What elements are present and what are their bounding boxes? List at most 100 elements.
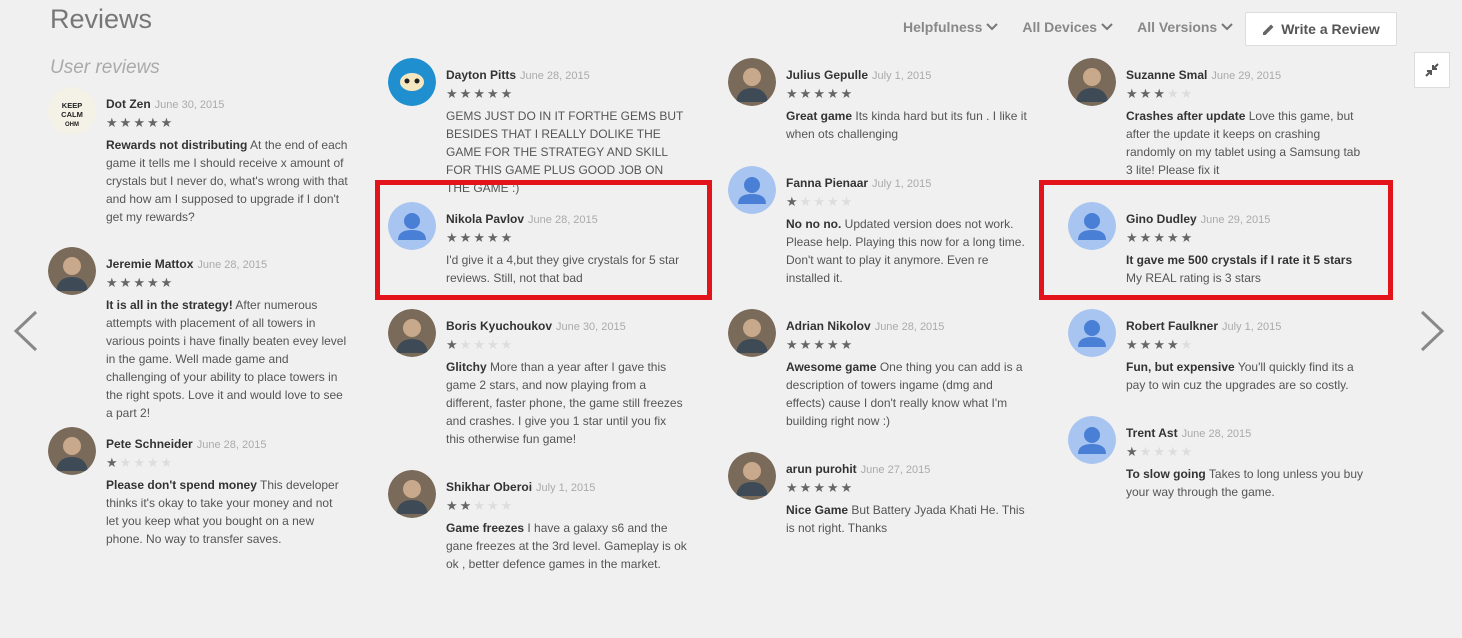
review-title: It is all in the strategy! [106,298,233,312]
collapse-button[interactable] [1414,52,1450,88]
review-title: To slow going [1126,467,1206,481]
pencil-icon [1263,24,1274,35]
star-icon: ★ [826,337,841,352]
avatar[interactable] [48,247,96,295]
avatar[interactable] [48,427,96,475]
star-rating: ★★★★★ [106,455,174,471]
svg-text:KEEP: KEEP [62,101,82,110]
review-date: July 1, 2015 [872,178,932,190]
review-body: Fun, but expensive You'll quickly find i… [1126,358,1368,394]
star-icon: ★ [1126,337,1140,352]
next-arrow-icon[interactable] [1418,310,1446,352]
star-icon: ★ [133,275,147,290]
review-title: Glitchy [446,360,487,374]
avatar[interactable] [1068,58,1116,106]
star-icon: ★ [473,86,487,101]
author-name[interactable]: arun purohit [786,462,857,476]
author-name[interactable]: Dayton Pitts [446,68,516,82]
author-name[interactable]: Pete Schneider [106,437,193,451]
filter-versions[interactable]: All Versions [1137,19,1233,35]
default-user-icon [1068,309,1116,357]
avatar[interactable] [1068,416,1116,464]
review-text: After numerous attempts with placement o… [106,298,347,420]
star-icon: ★ [160,115,175,130]
author-name[interactable]: Jeremie Mattox [106,257,193,271]
avatar[interactable] [388,58,436,106]
review-body: Glitchy More than a year after I gave th… [446,358,688,448]
star-icon: ★ [160,455,175,470]
filter-helpfulness[interactable]: Helpfulness [903,19,999,35]
star-icon: ★ [826,86,841,101]
chevron-down-icon [1101,23,1113,31]
avatar[interactable] [1068,309,1116,357]
previous-arrow-icon[interactable] [12,310,40,352]
star-icon: ★ [133,455,147,470]
svg-text:CALM: CALM [61,110,83,119]
highlight-box [1039,180,1393,300]
star-icon: ★ [486,337,501,352]
star-icon: ★ [1180,444,1195,459]
filter-label: All Versions [1137,19,1218,35]
star-icon: ★ [826,480,841,495]
avatar[interactable] [728,309,776,357]
author-name[interactable]: Boris Kyuchoukov [446,319,552,333]
star-icon: ★ [799,337,814,352]
avatar[interactable] [388,470,436,518]
review-header: Dayton Pitts June 28, 2015 [446,66,590,84]
review-body: Please don't spend money This developer … [106,476,348,548]
avatar-image [728,58,776,106]
avatar[interactable] [728,166,776,214]
author-name[interactable]: Trent Ast [1126,426,1178,440]
collapse-icon [1425,63,1439,77]
avatar[interactable] [728,58,776,106]
write-review-button[interactable]: Write a Review [1245,12,1397,46]
chevron-down-icon [986,23,999,31]
review-header: Adrian Nikolov June 28, 2015 [786,317,944,335]
star-rating: ★★★★★ [1126,86,1194,102]
star-icon: ★ [119,115,134,130]
review-title: Great game [786,109,853,123]
author-name[interactable]: Adrian Nikolov [786,319,871,333]
avatar[interactable]: KEEP CALM OHM [48,87,96,135]
author-name[interactable]: Shikhar Oberoi [446,480,532,494]
star-icon: ★ [119,455,134,470]
star-rating: ★★★★★ [786,194,854,210]
star-rating: ★★★★★ [446,498,514,514]
filter-bar: Helpfulness All Devices All Versions [903,19,1257,35]
star-icon: ★ [1139,86,1154,101]
star-icon: ★ [500,86,515,101]
author-name[interactable]: Julius Gepulle [786,68,868,82]
star-icon: ★ [1166,86,1181,101]
default-user-icon [1068,416,1116,464]
review-date: July 1, 2015 [1222,321,1282,333]
star-icon: ★ [473,337,487,352]
avatar[interactable] [388,309,436,357]
star-icon: ★ [1153,444,1167,459]
star-icon: ★ [459,86,474,101]
star-icon: ★ [799,480,814,495]
star-icon: ★ [1139,444,1154,459]
star-rating: ★★★★★ [786,337,854,353]
star-icon: ★ [786,194,800,209]
star-icon: ★ [840,480,855,495]
page-title: Reviews [50,4,153,34]
star-icon: ★ [1180,337,1195,352]
star-rating: ★★★★★ [1126,444,1194,460]
author-name[interactable]: Dot Zen [106,97,151,111]
star-icon: ★ [813,480,827,495]
star-rating: ★★★★★ [446,337,514,353]
author-name[interactable]: Suzanne Smal [1126,68,1207,82]
avatar[interactable] [728,452,776,500]
filter-devices[interactable]: All Devices [1022,19,1113,35]
filter-label: All Devices [1022,19,1098,35]
star-icon: ★ [446,337,460,352]
user-reviews-heading: User reviews [50,57,160,78]
star-icon: ★ [146,115,161,130]
star-icon: ★ [459,498,474,513]
highlight-box [375,180,712,300]
author-name[interactable]: Fanna Pienaar [786,176,868,190]
review-body: Game freezes I have a galaxy s6 and the … [446,519,688,573]
review-date: June 28, 2015 [1181,428,1252,440]
author-name[interactable]: Robert Faulkner [1126,319,1218,333]
star-icon: ★ [473,498,487,513]
